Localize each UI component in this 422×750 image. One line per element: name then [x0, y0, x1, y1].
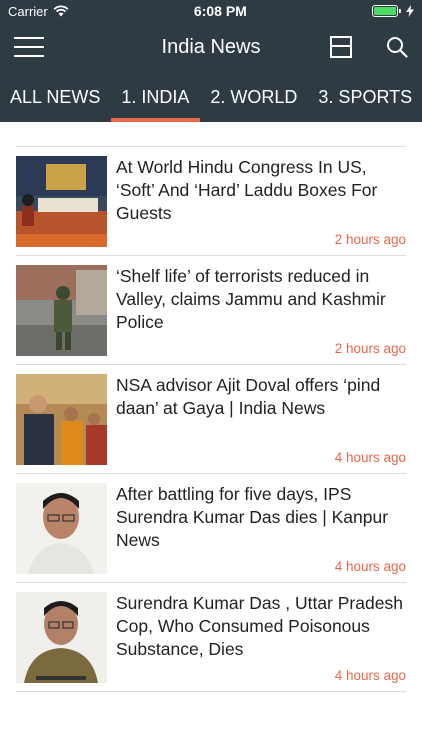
layout-toggle-icon[interactable] [330, 36, 352, 58]
article-body: After battling for five days, IPS Surend… [116, 483, 406, 574]
article-body: At World Hindu Congress In US, ‘Soft’ An… [116, 156, 406, 247]
article-headline: After battling for five days, IPS Surend… [116, 484, 389, 550]
status-time: 6:08 PM [193, 3, 247, 19]
article-time: 4 hours ago [334, 559, 406, 574]
nav-bar: India News [0, 22, 422, 72]
status-left: Carrier [8, 4, 69, 19]
article-thumbnail [16, 156, 107, 247]
article-headline: At World Hindu Congress In US, ‘Soft’ An… [116, 157, 378, 223]
article-time: 2 hours ago [334, 341, 406, 356]
article-time: 4 hours ago [334, 668, 406, 683]
wifi-icon [53, 5, 69, 17]
list-item[interactable]: Surendra Kumar Das , Uttar Pradesh Cop, … [16, 583, 406, 692]
article-body: Surendra Kumar Das , Uttar Pradesh Cop, … [116, 592, 406, 683]
nav-actions [330, 36, 408, 58]
article-thumbnail [16, 592, 107, 683]
list-item[interactable]: At World Hindu Congress In US, ‘Soft’ An… [16, 147, 406, 256]
status-right [372, 5, 414, 17]
battery-fill [374, 7, 396, 15]
tab-all-news[interactable]: ALL NEWS [0, 72, 111, 122]
charging-icon [406, 5, 414, 17]
article-headline: ‘Shelf life’ of terrorists reduced in Va… [116, 266, 386, 332]
search-icon[interactable] [386, 36, 408, 58]
list-item[interactable]: After battling for five days, IPS Surend… [16, 474, 406, 583]
category-tabs: ALL NEWS 1. INDIA 2. WORLD 3. SPORTS [0, 72, 422, 122]
article-time: 4 hours ago [334, 450, 406, 465]
status-bar: Carrier 6:08 PM [0, 0, 422, 22]
article-headline: Surendra Kumar Das , Uttar Pradesh Cop, … [116, 593, 403, 659]
article-body: NSA advisor Ajit Doval offers ‘pind daan… [116, 374, 406, 465]
list-item[interactable]: NSA advisor Ajit Doval offers ‘pind daan… [16, 365, 406, 474]
tab-india[interactable]: 1. INDIA [111, 72, 201, 122]
battery-icon [372, 5, 401, 17]
list-item[interactable]: ‘Shelf life’ of terrorists reduced in Va… [16, 256, 406, 365]
article-headline: NSA advisor Ajit Doval offers ‘pind daan… [116, 375, 381, 418]
article-thumbnail [16, 265, 107, 356]
article-time: 2 hours ago [334, 232, 406, 247]
tab-sports[interactable]: 3. SPORTS [308, 72, 422, 122]
article-thumbnail [16, 374, 107, 465]
hamburger-icon[interactable] [14, 37, 44, 57]
article-body: ‘Shelf life’ of terrorists reduced in Va… [116, 265, 406, 356]
tab-world[interactable]: 2. WORLD [200, 72, 308, 122]
news-list: At World Hindu Congress In US, ‘Soft’ An… [0, 122, 422, 692]
article-thumbnail [16, 483, 107, 574]
carrier-label: Carrier [8, 3, 48, 19]
